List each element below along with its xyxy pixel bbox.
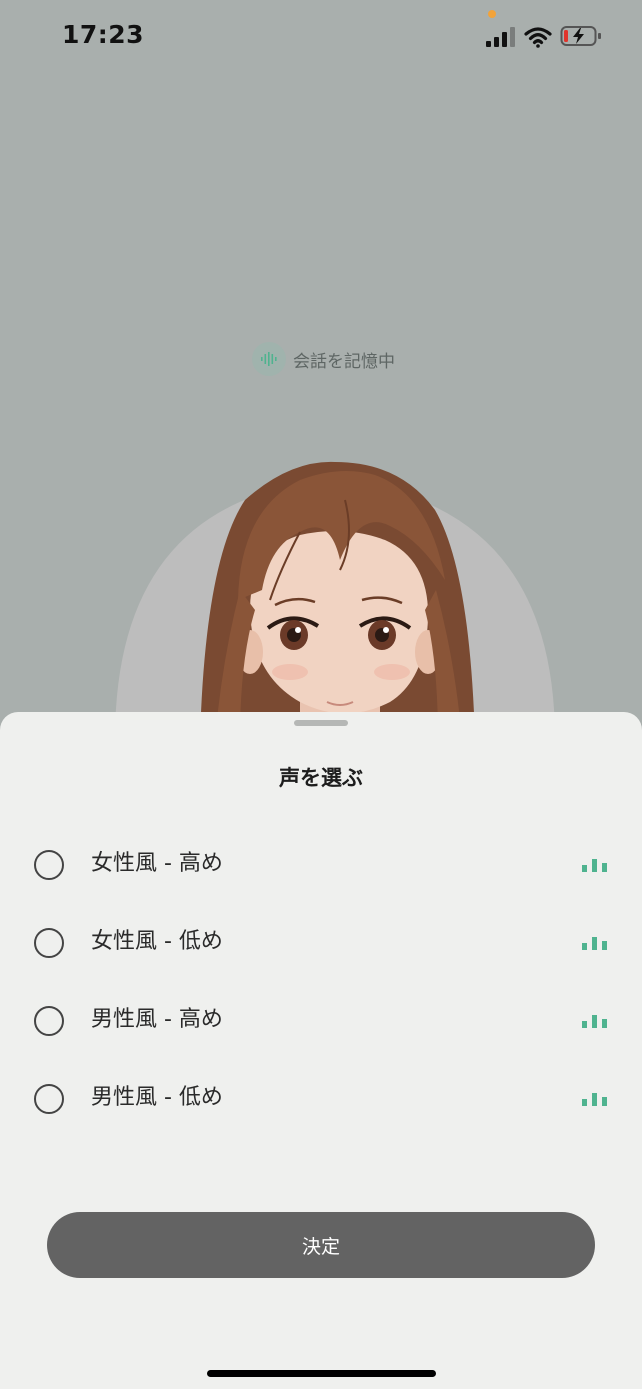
voice-option[interactable]: 男性風 - 高め	[0, 1006, 642, 1066]
voice-sample-icon[interactable]	[582, 856, 608, 872]
voice-option[interactable]: 女性風 - 低め	[0, 928, 642, 988]
voice-option-label: 女性風 - 高め	[91, 851, 223, 876]
radio-button[interactable]	[34, 850, 64, 880]
status-bar: 17:23	[0, 0, 642, 74]
memory-indicator-label: 会話を記憶中	[293, 351, 395, 372]
voice-sample-icon[interactable]	[582, 1090, 608, 1106]
voice-sample-icon[interactable]	[582, 1012, 608, 1028]
character-avatar	[0, 440, 642, 740]
sheet-title: 声を選ぶ	[279, 766, 363, 790]
wifi-icon	[524, 27, 552, 48]
radio-button[interactable]	[34, 1006, 64, 1036]
home-indicator[interactable]	[207, 1370, 436, 1377]
sheet-drag-handle[interactable]	[294, 720, 348, 726]
radio-button[interactable]	[34, 928, 64, 958]
voice-option[interactable]: 男性風 - 低め	[0, 1084, 642, 1144]
privacy-indicator-dot	[488, 10, 496, 18]
voice-option-label: 男性風 - 低め	[91, 1085, 223, 1110]
voice-option[interactable]: 女性風 - 高め	[0, 850, 642, 910]
status-time: 17:23	[62, 20, 145, 49]
memory-indicator: 会話を記憶中	[252, 341, 395, 377]
confirm-button[interactable]: 決定	[47, 1212, 595, 1278]
app-screen: 17:23 会話を記憶中 声を選ぶ 女性風 - 高め 女性風 - 低め 男性風 …	[0, 0, 642, 1389]
voice-select-sheet: 声を選ぶ 女性風 - 高め 女性風 - 低め 男性風 - 高め 男性風 - 低め…	[0, 712, 642, 1389]
voice-option-label: 女性風 - 低め	[91, 929, 223, 954]
voice-sample-icon[interactable]	[582, 934, 608, 950]
voice-wave-icon	[252, 342, 286, 376]
cellular-signal-icon	[486, 27, 515, 47]
voice-option-label: 男性風 - 高め	[91, 1007, 223, 1032]
radio-button[interactable]	[34, 1084, 64, 1114]
battery-charging-icon	[560, 26, 601, 46]
